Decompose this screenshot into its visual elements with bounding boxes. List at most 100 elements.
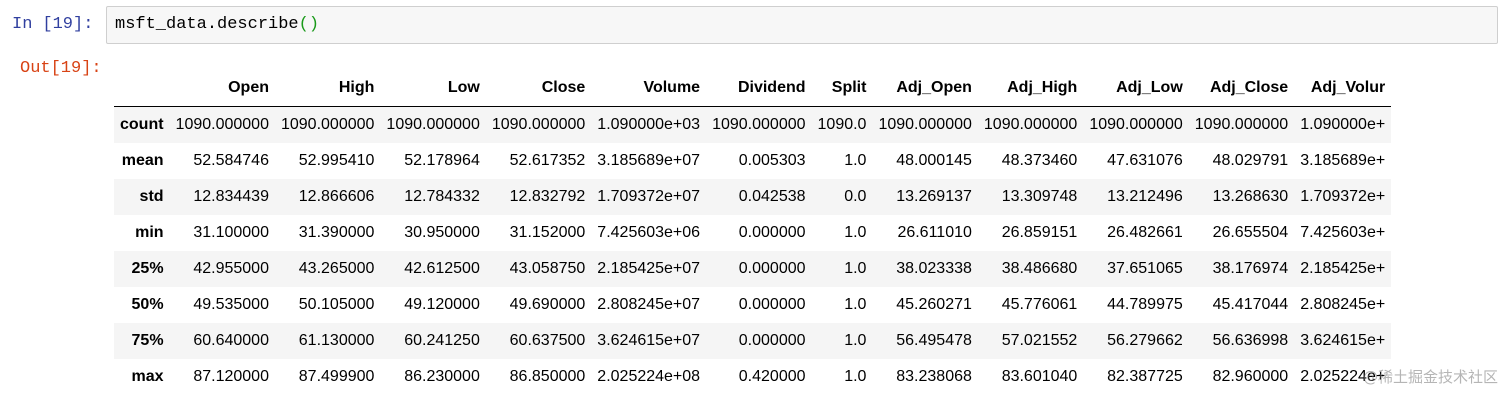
table-cell: 3.185689e+07	[597, 152, 701, 169]
table-cell: 1090.000000	[983, 116, 1078, 133]
column-header: Adj_Close	[1188, 70, 1295, 107]
table-cell: 38.176974	[1212, 260, 1289, 277]
table-cell: 2.025224e+08	[597, 368, 701, 385]
table-cell: 26.655504	[1212, 224, 1289, 241]
output-area: Open High Low Close Volume Dividend Split Adj_O…	[114, 70, 1512, 403]
row-label: count	[120, 116, 164, 133]
table-cell: 45.776061	[1001, 296, 1078, 313]
table-cell: 42.955000	[193, 260, 269, 277]
table-cell: 1.709372e+07	[597, 188, 701, 205]
input-prompt: In [19]:	[12, 15, 93, 34]
table-cell: 13.212496	[1107, 188, 1183, 205]
table-cell: 87.499900	[298, 368, 375, 385]
table-cell: 1.090000e+	[1300, 116, 1386, 133]
table-cell: 0.420000	[738, 368, 806, 385]
table-row: max 87.120000 87.499900 86.230000 86.850000 2…	[114, 359, 1392, 395]
table-cell: 1090.000000	[878, 116, 972, 133]
table-cell: 2.808245e+	[1300, 296, 1386, 313]
table-body: count 1090.000000 1090.000000 1090.000000 10…	[114, 106, 1392, 395]
table-cell: 43.058750	[509, 260, 586, 277]
table-cell: 56.279662	[1107, 332, 1183, 349]
table-row: std 12.834439 12.866606 12.784332 12.832792 1…	[114, 179, 1392, 215]
table-cell: 48.000145	[896, 152, 972, 169]
table-cell: 13.269137	[896, 188, 972, 205]
table-cell: 52.617352	[509, 152, 586, 169]
table-cell: 3.624615e+	[1300, 332, 1386, 349]
table-cell: 50.105000	[298, 296, 375, 313]
table-cell: 7.425603e+	[1300, 224, 1386, 241]
table-cell: 42.612500	[404, 260, 480, 277]
table-cell: 12.866606	[298, 188, 375, 205]
table-cell: 86.230000	[404, 368, 480, 385]
table-cell: 1090.000000	[175, 116, 269, 133]
table-cell: 87.120000	[193, 368, 269, 385]
table-cell: 1090.000000	[1089, 116, 1183, 133]
input-prompt-number: [19]:	[42, 15, 94, 34]
table-cell: 1090.000000	[1194, 116, 1289, 133]
column-header: Adj_Volur	[1294, 70, 1392, 107]
row-label: 25%	[131, 260, 164, 277]
table-cell: 48.373460	[1001, 152, 1078, 169]
row-label: 75%	[131, 332, 164, 349]
table-cell: 2.185425e+07	[597, 260, 701, 277]
input-prompt-label: In	[12, 15, 33, 34]
column-header: Close	[485, 70, 592, 107]
table-cell: 60.640000	[193, 332, 269, 349]
table-cell: 49.120000	[404, 296, 480, 313]
column-header: Volume	[591, 70, 707, 107]
table-cell: 1090.000000	[280, 116, 375, 133]
table-cell: 49.535000	[193, 296, 269, 313]
index-header-cell	[114, 70, 170, 107]
table-row: 50% 49.535000 50.105000 49.120000 49.690000 2…	[114, 287, 1392, 323]
table-cell: 82.960000	[1212, 368, 1289, 385]
describe-dataframe-table: Open High Low Close Volume Dividend Split Adj_O…	[114, 70, 1392, 395]
table-cell: 47.631076	[1107, 152, 1183, 169]
table-cell: 1.0	[844, 152, 867, 169]
table-cell: 52.584746	[193, 152, 269, 169]
row-label: mean	[121, 152, 164, 169]
table-cell: 1090.000000	[712, 116, 806, 133]
table-cell: 1.0	[844, 296, 867, 313]
table-cell: 1.090000e+03	[597, 116, 701, 133]
column-header: Low	[380, 70, 486, 107]
code-text: msft_data.describe	[115, 15, 299, 34]
table-cell: 1.709372e+	[1300, 188, 1386, 205]
table-cell: 38.023338	[896, 260, 972, 277]
table-cell: 57.021552	[1001, 332, 1078, 349]
table-cell: 7.425603e+06	[597, 224, 701, 241]
table-cell: 60.637500	[509, 332, 586, 349]
table-row: 75% 60.640000 61.130000 60.241250 60.637500 3…	[114, 323, 1392, 359]
table-cell: 0.000000	[738, 260, 806, 277]
table-cell: 31.100000	[193, 224, 269, 241]
table-cell: 1090.000000	[491, 116, 586, 133]
column-header: Adj_High	[977, 70, 1084, 107]
table-cell: 45.260271	[896, 296, 972, 313]
column-header: Adj_Open	[872, 70, 978, 107]
table-cell: 12.834439	[193, 188, 269, 205]
table-cell: 52.178964	[404, 152, 480, 169]
table-cell: 26.482661	[1107, 224, 1183, 241]
table-cell: 1.0	[844, 224, 867, 241]
table-cell: 86.850000	[509, 368, 586, 385]
table-cell: 26.859151	[1001, 224, 1078, 241]
column-header: Open	[169, 70, 275, 107]
table-cell: 49.690000	[509, 296, 586, 313]
table-cell: 0.000000	[738, 224, 806, 241]
column-header: Adj_Low	[1083, 70, 1189, 107]
row-label: max	[131, 368, 164, 385]
table-cell: 1090.000000	[386, 116, 480, 133]
table-row: min 31.100000 31.390000 30.950000 31.152000 7…	[114, 215, 1392, 251]
table-cell: 0.042538	[738, 188, 806, 205]
table-cell: 1.0	[844, 368, 867, 385]
table-cell: 45.417044	[1212, 296, 1289, 313]
column-header: Split	[811, 70, 873, 107]
table-cell: 26.611010	[897, 224, 972, 241]
code-input-cell[interactable]: msft_data.describe()	[106, 6, 1498, 44]
column-header: High	[274, 70, 381, 107]
table-cell: 56.495478	[896, 332, 972, 349]
table-row: 25% 42.955000 43.265000 42.612500 43.058750 2…	[114, 251, 1392, 287]
table-cell: 38.486680	[1001, 260, 1078, 277]
table-cell: 13.268630	[1212, 188, 1289, 205]
table-cell: 0.0	[844, 188, 867, 205]
row-label: min	[135, 224, 164, 241]
